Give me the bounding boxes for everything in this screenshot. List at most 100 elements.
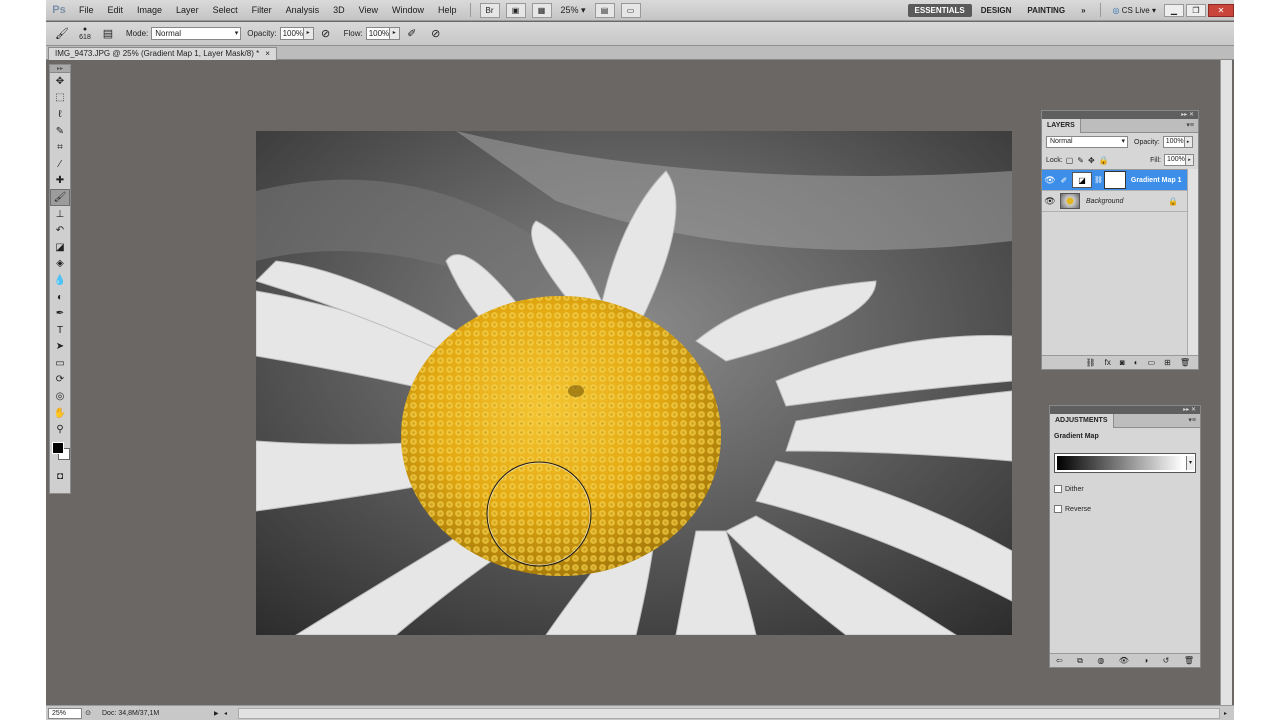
opacity-field[interactable]: 100% bbox=[279, 27, 304, 40]
new-layer-icon[interactable]: ⊞ bbox=[1164, 358, 1171, 367]
layer-row-gradient-map[interactable]: 👁 ✐ ◪ ⛓ Gradient Map 1 bbox=[1042, 170, 1188, 191]
arrange-documents-button[interactable]: ▤ bbox=[594, 2, 615, 18]
link-layers-icon[interactable]: ⛓ bbox=[1086, 358, 1096, 367]
flow-field[interactable]: 100% bbox=[365, 27, 390, 40]
panel-menu-icon[interactable]: ▾≡ bbox=[1188, 416, 1196, 424]
reverse-checkbox[interactable] bbox=[1054, 505, 1062, 513]
menu-3d[interactable]: 3D bbox=[326, 5, 352, 15]
quick-mask-icon[interactable]: ◘ bbox=[50, 468, 70, 485]
fill-field[interactable]: 100% bbox=[1164, 154, 1186, 166]
lock-all-icon[interactable]: 🔒 bbox=[1099, 156, 1109, 165]
lock-position-icon[interactable]: ✥ bbox=[1088, 156, 1095, 165]
delete-layer-icon[interactable]: 🗑 bbox=[1180, 358, 1190, 367]
bridge-button[interactable]: Br bbox=[479, 2, 500, 18]
layer-row-background[interactable]: 👁 Background 🔒 bbox=[1042, 191, 1188, 212]
return-to-list-icon[interactable]: ⇦ bbox=[1056, 656, 1063, 665]
eye-icon[interactable]: 👁 bbox=[1042, 175, 1058, 186]
expand-view-icon[interactable]: ⧉ bbox=[1077, 656, 1083, 666]
path-select-icon[interactable]: ➤ bbox=[50, 339, 70, 356]
layer-opacity-field[interactable]: 100% bbox=[1162, 136, 1185, 148]
layer-style-icon[interactable]: fx bbox=[1105, 358, 1111, 367]
horizontal-scrollbar[interactable] bbox=[238, 707, 1220, 719]
menu-edit[interactable]: Edit bbox=[101, 5, 131, 15]
extras-button[interactable]: ▦ bbox=[531, 2, 552, 18]
brush-preset-picker[interactable]: ● 618 bbox=[74, 26, 96, 42]
chain-icon[interactable]: ⛓ bbox=[1094, 176, 1103, 184]
healing-brush-icon[interactable]: ✚ bbox=[50, 173, 70, 190]
menu-window[interactable]: Window bbox=[385, 5, 431, 15]
add-mask-icon[interactable]: ◙ bbox=[1120, 358, 1125, 367]
dither-checkbox[interactable] bbox=[1054, 485, 1062, 493]
status-zoom-field[interactable]: 25% bbox=[48, 707, 82, 719]
fill-toggle[interactable]: ▸ bbox=[1186, 154, 1194, 166]
marquee-icon[interactable]: ⬚ bbox=[50, 90, 70, 107]
eyedropper-icon[interactable]: ⁄ bbox=[50, 156, 70, 173]
3d-rotate-icon[interactable]: ⟳ bbox=[50, 372, 70, 389]
status-info-icon[interactable]: ⊙ bbox=[82, 709, 94, 717]
layers-panel-grip[interactable]: ▸▸ ✕ bbox=[1042, 111, 1198, 119]
brush-icon[interactable]: 🖌 bbox=[50, 189, 70, 206]
menu-help[interactable]: Help bbox=[431, 5, 464, 15]
document-canvas[interactable] bbox=[256, 131, 1012, 635]
brush-panel-toggle[interactable]: ▤ bbox=[96, 25, 120, 43]
chevron-down-icon[interactable]: ▾ bbox=[1186, 456, 1194, 470]
menu-view[interactable]: View bbox=[352, 5, 385, 15]
close-button[interactable]: ✕ bbox=[1208, 3, 1234, 17]
paint-bucket-icon[interactable]: ◈ bbox=[50, 256, 70, 273]
menu-file[interactable]: File bbox=[72, 5, 101, 15]
panel-menu-icon[interactable]: ▾≡ bbox=[1186, 121, 1194, 129]
layer-name[interactable]: Gradient Map 1 bbox=[1131, 177, 1188, 184]
history-brush-icon[interactable]: ↶ bbox=[50, 222, 70, 239]
cs-live-button[interactable]: ◎ CS Live ▾ bbox=[1107, 6, 1162, 15]
tab-adjustments[interactable]: ADJUSTMENTS bbox=[1050, 414, 1114, 428]
clip-to-layer-icon[interactable]: ◍ bbox=[1097, 656, 1104, 665]
close-document-icon[interactable]: × bbox=[265, 49, 270, 58]
pressure-opacity-button[interactable]: ⊘ bbox=[314, 25, 338, 43]
crop-icon[interactable]: ⌗ bbox=[50, 139, 70, 156]
background-thumbnail[interactable] bbox=[1060, 193, 1080, 209]
workspace-essentials[interactable]: ESSENTIALS bbox=[907, 3, 972, 17]
minimize-button[interactable]: ▁ bbox=[1164, 3, 1184, 17]
menu-analysis[interactable]: Analysis bbox=[279, 5, 327, 15]
workspace-painting[interactable]: PAINTING bbox=[1020, 4, 1072, 17]
menu-layer[interactable]: Layer bbox=[169, 5, 206, 15]
menu-select[interactable]: Select bbox=[206, 5, 245, 15]
menu-image[interactable]: Image bbox=[130, 5, 169, 15]
mini-bridge-button[interactable]: ▣ bbox=[505, 2, 526, 18]
workspace-design[interactable]: DESIGN bbox=[974, 4, 1019, 17]
pen-icon[interactable]: ✒ bbox=[50, 305, 70, 322]
gradient-preview[interactable] bbox=[1057, 456, 1183, 470]
dodge-icon[interactable]: ◐ bbox=[50, 289, 70, 306]
blend-mode-select[interactable]: Normal ▾ bbox=[1046, 136, 1128, 148]
shape-icon[interactable]: ▭ bbox=[50, 355, 70, 372]
adjustments-panel-grip[interactable]: ▸▸ ✕ bbox=[1050, 406, 1200, 414]
type-icon[interactable]: T bbox=[50, 322, 70, 339]
layer-name[interactable]: Background bbox=[1086, 198, 1168, 205]
scroll-right-icon[interactable]: ▸ bbox=[1224, 710, 1234, 717]
lock-image-icon[interactable]: ✎ bbox=[1077, 156, 1084, 165]
airbrush-button[interactable]: ✐ bbox=[400, 25, 424, 43]
reverse-checkbox-row[interactable]: Reverse bbox=[1054, 505, 1196, 513]
restore-button[interactable]: ❐ bbox=[1186, 3, 1206, 17]
adjustment-thumbnail[interactable]: ◪ bbox=[1072, 172, 1092, 188]
delete-adjustment-icon[interactable]: 🗑 bbox=[1184, 656, 1194, 665]
move-icon[interactable]: ✥ bbox=[50, 73, 70, 90]
new-adjustment-icon[interactable]: ◐ bbox=[1134, 358, 1139, 367]
hand-icon[interactable]: ✋ bbox=[50, 405, 70, 422]
zoom-icon[interactable]: ⚲ bbox=[50, 421, 70, 438]
reset-icon[interactable]: ↺ bbox=[1163, 656, 1170, 665]
toolbox-grip[interactable]: ▸▸ bbox=[50, 65, 70, 73]
mode-select[interactable]: Normal ▾ bbox=[151, 27, 242, 40]
3d-orbit-icon[interactable]: ◎ bbox=[50, 388, 70, 405]
lasso-icon[interactable]: ℓ bbox=[50, 106, 70, 123]
menu-filter[interactable]: Filter bbox=[245, 5, 279, 15]
layers-scrollbar[interactable] bbox=[1187, 169, 1198, 359]
scroll-left-icon[interactable]: ◂ bbox=[224, 710, 234, 717]
tab-layers[interactable]: LAYERS bbox=[1042, 119, 1081, 133]
visibility-icon[interactable]: 👁 bbox=[1119, 656, 1129, 665]
lock-transparency-icon[interactable]: ▢ bbox=[1066, 156, 1074, 165]
document-tab[interactable]: IMG_9473.JPG @ 25% (Gradient Map 1, Laye… bbox=[48, 47, 277, 60]
status-menu-arrow[interactable]: ▶ bbox=[214, 710, 224, 717]
zoom-level-dropdown[interactable]: 25% ▾ bbox=[555, 5, 592, 16]
view-previous-icon[interactable]: ◑ bbox=[1143, 656, 1148, 665]
